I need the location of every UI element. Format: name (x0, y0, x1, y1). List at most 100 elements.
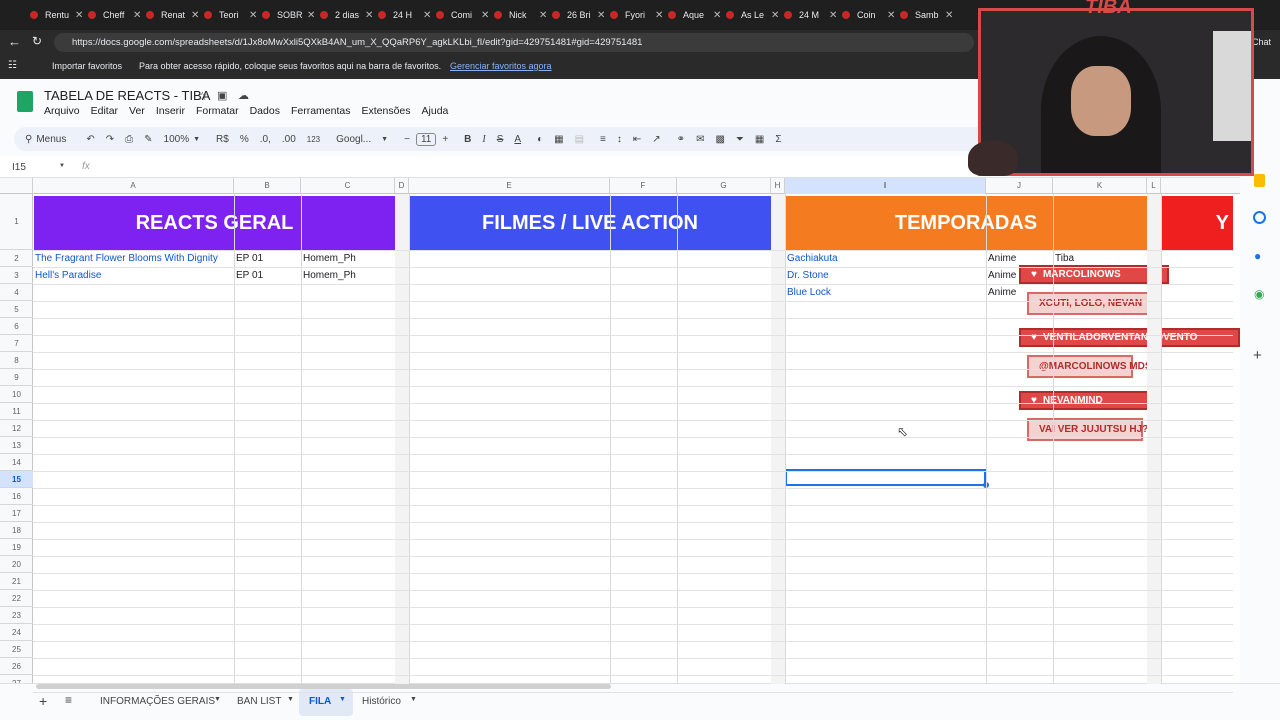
row-header[interactable]: 14 (0, 454, 33, 471)
close-icon[interactable]: ✕ (597, 10, 605, 21)
add-addon-icon[interactable]: + (1253, 347, 1262, 364)
close-icon[interactable]: ✕ (771, 10, 779, 21)
cell-react-requester[interactable]: Homem_Ph (303, 267, 393, 284)
search-menus-icon[interactable]: ⚲ (25, 134, 32, 145)
vertical-align-icon[interactable]: ↕ (617, 134, 622, 145)
all-sheets-icon[interactable]: ≡ (65, 693, 72, 707)
redo-icon[interactable]: ↷ (106, 134, 114, 145)
paint-format-icon[interactable]: ✎ (144, 134, 152, 145)
import-bookmarks-link[interactable]: Importar favoritos (52, 61, 122, 71)
name-box[interactable]: I15 (12, 162, 26, 173)
browser-tab[interactable]: Samb ✕ (900, 4, 953, 26)
filter-icon[interactable]: ⏷ (736, 134, 744, 145)
undo-icon[interactable]: ↶ (86, 134, 94, 145)
url-field[interactable]: https://docs.google.com/spreadsheets/d/1… (54, 33, 974, 52)
close-icon[interactable]: ✕ (133, 10, 141, 21)
row-header[interactable]: 15 (0, 471, 33, 488)
menu-item[interactable]: Extensões (361, 105, 410, 117)
cell-season-title[interactable]: Blue Lock (787, 284, 983, 301)
row-header[interactable]: 25 (0, 641, 33, 658)
close-icon[interactable]: ✕ (423, 10, 431, 21)
sheet-tab-ban-list[interactable]: BAN LIST (237, 696, 281, 707)
text-color-icon[interactable]: A (514, 134, 521, 145)
browser-tab[interactable]: 24 H ✕ (378, 4, 431, 26)
browser-tab[interactable]: Fyori ✕ (610, 4, 663, 26)
align-left-icon[interactable]: ≡ (600, 134, 606, 145)
row-header[interactable]: 8 (0, 352, 33, 369)
column-header[interactable]: L (1147, 178, 1161, 194)
column-header[interactable]: G (677, 178, 771, 194)
document-title[interactable]: TABELA DE REACTS - TIBA (44, 88, 210, 103)
row-header[interactable]: 17 (0, 505, 33, 522)
font-size-increase-button[interactable]: + (442, 134, 448, 145)
browser-tab[interactable]: 2 dias ✕ (320, 4, 373, 26)
cell-season-title[interactable]: Dr. Stone (787, 267, 983, 284)
row-header[interactable]: 10 (0, 386, 33, 403)
close-icon[interactable]: ✕ (481, 10, 489, 21)
row-header[interactable]: 19 (0, 539, 33, 556)
folder-icon[interactable]: ▣ (217, 89, 227, 102)
close-icon[interactable]: ✕ (307, 10, 315, 21)
close-icon[interactable]: ✕ (887, 10, 895, 21)
browser-tab[interactable]: Coin ✕ (842, 4, 895, 26)
column-header[interactable]: H (771, 178, 785, 194)
browser-tab[interactable]: Rentu ✕ (30, 4, 83, 26)
row-header[interactable]: 16 (0, 488, 33, 505)
text-rotation-icon[interactable]: ↗ (652, 134, 660, 145)
close-icon[interactable]: ✕ (365, 10, 373, 21)
browser-tab[interactable]: Aque ✕ (668, 4, 721, 26)
close-icon[interactable]: ✕ (539, 10, 547, 21)
menu-item[interactable]: Inserir (156, 105, 185, 117)
add-sheet-icon[interactable]: + (39, 693, 47, 709)
menu-item[interactable]: Ver (129, 105, 145, 117)
percent-format-button[interactable]: % (240, 134, 249, 145)
chevron-down-icon[interactable]: ▼ (339, 696, 346, 703)
more-formats-button[interactable]: 123 (307, 135, 320, 144)
menu-item[interactable]: Dados (250, 105, 280, 117)
row-header[interactable]: 11 (0, 403, 33, 420)
fill-color-icon[interactable]: ◐ (537, 134, 543, 145)
select-all-corner[interactable] (0, 178, 33, 194)
chevron-down-icon[interactable]: ▼ (59, 163, 65, 169)
sheet-tab-historico[interactable]: Histórico (362, 696, 401, 707)
column-header[interactable]: B (234, 178, 301, 194)
banner-reacts-geral[interactable]: REACTS GERAL (34, 196, 395, 251)
link-icon[interactable]: ⚭ (677, 134, 685, 145)
row-header[interactable]: 12 (0, 420, 33, 437)
close-icon[interactable]: ✕ (829, 10, 837, 21)
font-size-decrease-button[interactable]: − (404, 134, 410, 145)
chevron-down-icon[interactable]: ▼ (381, 136, 388, 143)
cell-react-requester[interactable]: Homem_Ph (303, 250, 393, 267)
functions-icon[interactable]: Σ (775, 134, 781, 145)
sheets-logo-icon[interactable] (17, 91, 33, 112)
close-icon[interactable]: ✕ (713, 10, 721, 21)
close-icon[interactable]: ✕ (249, 10, 257, 21)
browser-tab[interactable]: 26 Bri ✕ (552, 4, 605, 26)
increase-decimal-button[interactable]: .00 (282, 134, 296, 145)
manage-bookmarks-link[interactable]: Gerenciar favoritos agora (450, 61, 552, 71)
sheet-tab-informacoes-gerais[interactable]: INFORMAÇÕES GERAIS (100, 696, 215, 707)
comment-icon[interactable]: ✉ (696, 134, 704, 145)
browser-tab[interactable]: Comi ✕ (436, 4, 489, 26)
column-header[interactable]: D (395, 178, 409, 194)
print-icon[interactable]: ⎙ (125, 134, 133, 145)
star-icon[interactable]: ☆ (197, 89, 208, 103)
browser-tab[interactable]: Renat ✕ (146, 4, 199, 26)
chart-icon[interactable]: ▩ (715, 134, 724, 145)
menu-item[interactable]: Ferramentas (291, 105, 351, 117)
column-header[interactable]: I (785, 178, 986, 194)
row-header[interactable]: 21 (0, 573, 33, 590)
menu-item[interactable]: Formatar (196, 105, 239, 117)
row-header[interactable]: 23 (0, 607, 33, 624)
row-header[interactable]: 13 (0, 437, 33, 454)
browser-tab[interactable]: 24 M ✕ (784, 4, 837, 26)
menu-item[interactable]: Ajuda (422, 105, 449, 117)
browser-tab[interactable]: As Le ✕ (726, 4, 779, 26)
close-icon[interactable]: ✕ (945, 10, 953, 21)
chevron-down-icon[interactable]: ▼ (193, 136, 200, 143)
row-header[interactable]: 7 (0, 335, 33, 352)
column-header[interactable]: F (610, 178, 677, 194)
font-select[interactable]: Googl... (336, 134, 371, 145)
banner-filmes-live-action[interactable]: FILMES / LIVE ACTION (409, 196, 771, 251)
italic-icon[interactable]: I (482, 134, 485, 145)
